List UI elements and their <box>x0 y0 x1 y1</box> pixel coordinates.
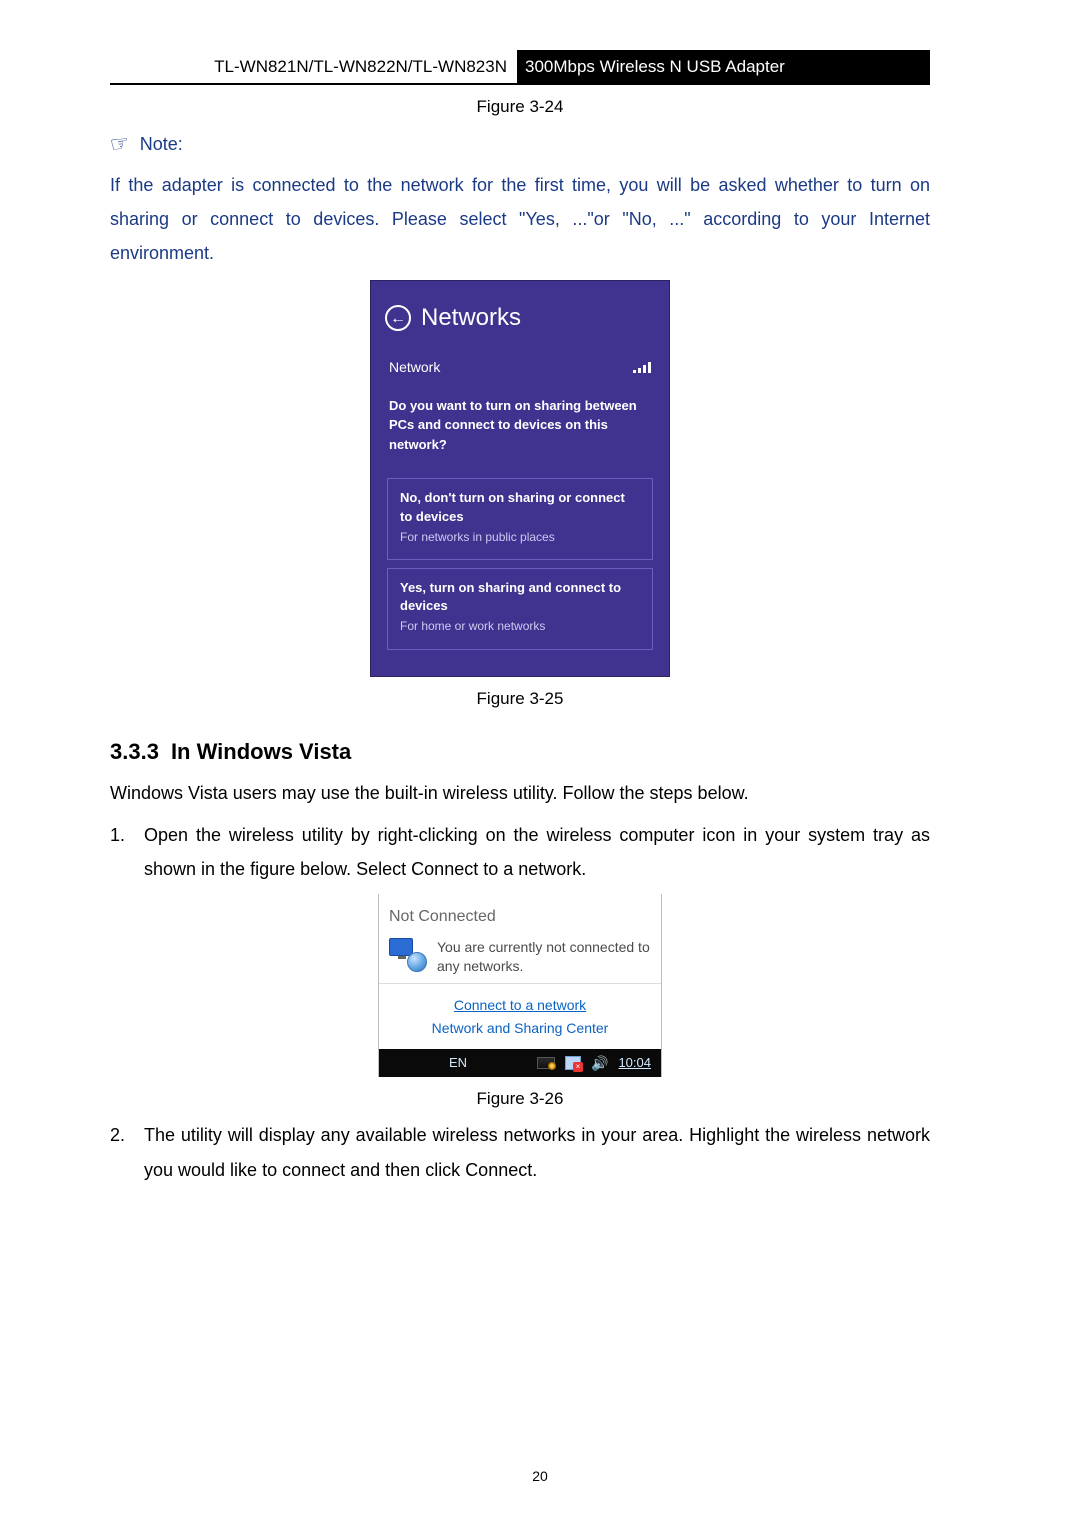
note-label: Note: <box>140 130 183 159</box>
network-tray-icon[interactable]: × <box>565 1056 581 1070</box>
arrow-left-icon: ← <box>390 306 406 332</box>
option-no-title: No, don't turn on sharing or connect to … <box>400 489 640 525</box>
keyboard-icon[interactable] <box>537 1057 555 1069</box>
signal-icon <box>633 361 651 373</box>
list-marker: 1. <box>110 818 144 886</box>
step-2: 2. The utility will display any availabl… <box>110 1118 930 1186</box>
section-intro: Windows Vista users may use the built-in… <box>110 779 930 808</box>
networks-title: Networks <box>421 299 521 337</box>
step-2-text-b: . <box>532 1160 537 1180</box>
option-no-subtitle: For networks in public places <box>400 528 640 547</box>
pointing-hand-icon: ☞ <box>107 125 133 163</box>
figure-caption-24: Figure 3-24 <box>110 93 930 120</box>
step-2-emph: Connect <box>465 1160 532 1180</box>
language-indicator[interactable]: EN <box>449 1053 467 1074</box>
sharing-question: Do you want to turn on sharing between P… <box>371 396 669 471</box>
popup-message: You are currently not connected to any n… <box>437 938 651 976</box>
network-label: Network <box>389 356 440 378</box>
option-yes-subtitle: For home or work networks <box>400 617 640 636</box>
option-yes-title: Yes, turn on sharing and connect to devi… <box>400 579 640 615</box>
header-models: TL-WN821N/TL-WN822N/TL-WN823N <box>110 50 517 83</box>
volume-icon[interactable]: 🔊 <box>591 1052 608 1074</box>
note-text: If the adapter is connected to the netwo… <box>110 168 930 271</box>
header-product: 300Mbps Wireless N USB Adapter <box>517 50 930 83</box>
figure-caption-25: Figure 3-25 <box>110 685 930 712</box>
page-number: 20 <box>0 1465 1080 1487</box>
network-sharing-center-link[interactable]: Network and Sharing Center <box>432 1020 609 1036</box>
network-globe-icon <box>389 938 427 972</box>
networks-panel: ← Networks Network Do you want to turn o… <box>370 280 670 676</box>
popup-title: Not Connected <box>389 904 651 930</box>
section-heading: 3.3.3 In Windows Vista <box>110 734 930 769</box>
clock[interactable]: 10:04 <box>618 1053 651 1074</box>
document-header: TL-WN821N/TL-WN822N/TL-WN823N 300Mbps Wi… <box>110 50 930 85</box>
figure-caption-26: Figure 3-26 <box>110 1085 930 1112</box>
option-no-sharing[interactable]: No, don't turn on sharing or connect to … <box>387 478 653 560</box>
note-heading: ☞ Note: <box>110 126 930 161</box>
step-1-emph: Connect to a network <box>411 859 581 879</box>
step-1-text-b: . <box>581 859 586 879</box>
connect-to-network-link[interactable]: Connect to a network <box>454 997 586 1013</box>
back-button[interactable]: ← <box>385 305 411 331</box>
section-number: 3.3.3 <box>110 739 159 764</box>
vista-popup: Not Connected You are currently not conn… <box>378 894 662 1077</box>
section-title: In Windows Vista <box>171 739 351 764</box>
list-marker: 2. <box>110 1118 144 1186</box>
step-1: 1. Open the wireless utility by right-cl… <box>110 818 930 886</box>
taskbar: EN × 🔊 10:04 <box>379 1049 661 1077</box>
option-yes-sharing[interactable]: Yes, turn on sharing and connect to devi… <box>387 568 653 650</box>
